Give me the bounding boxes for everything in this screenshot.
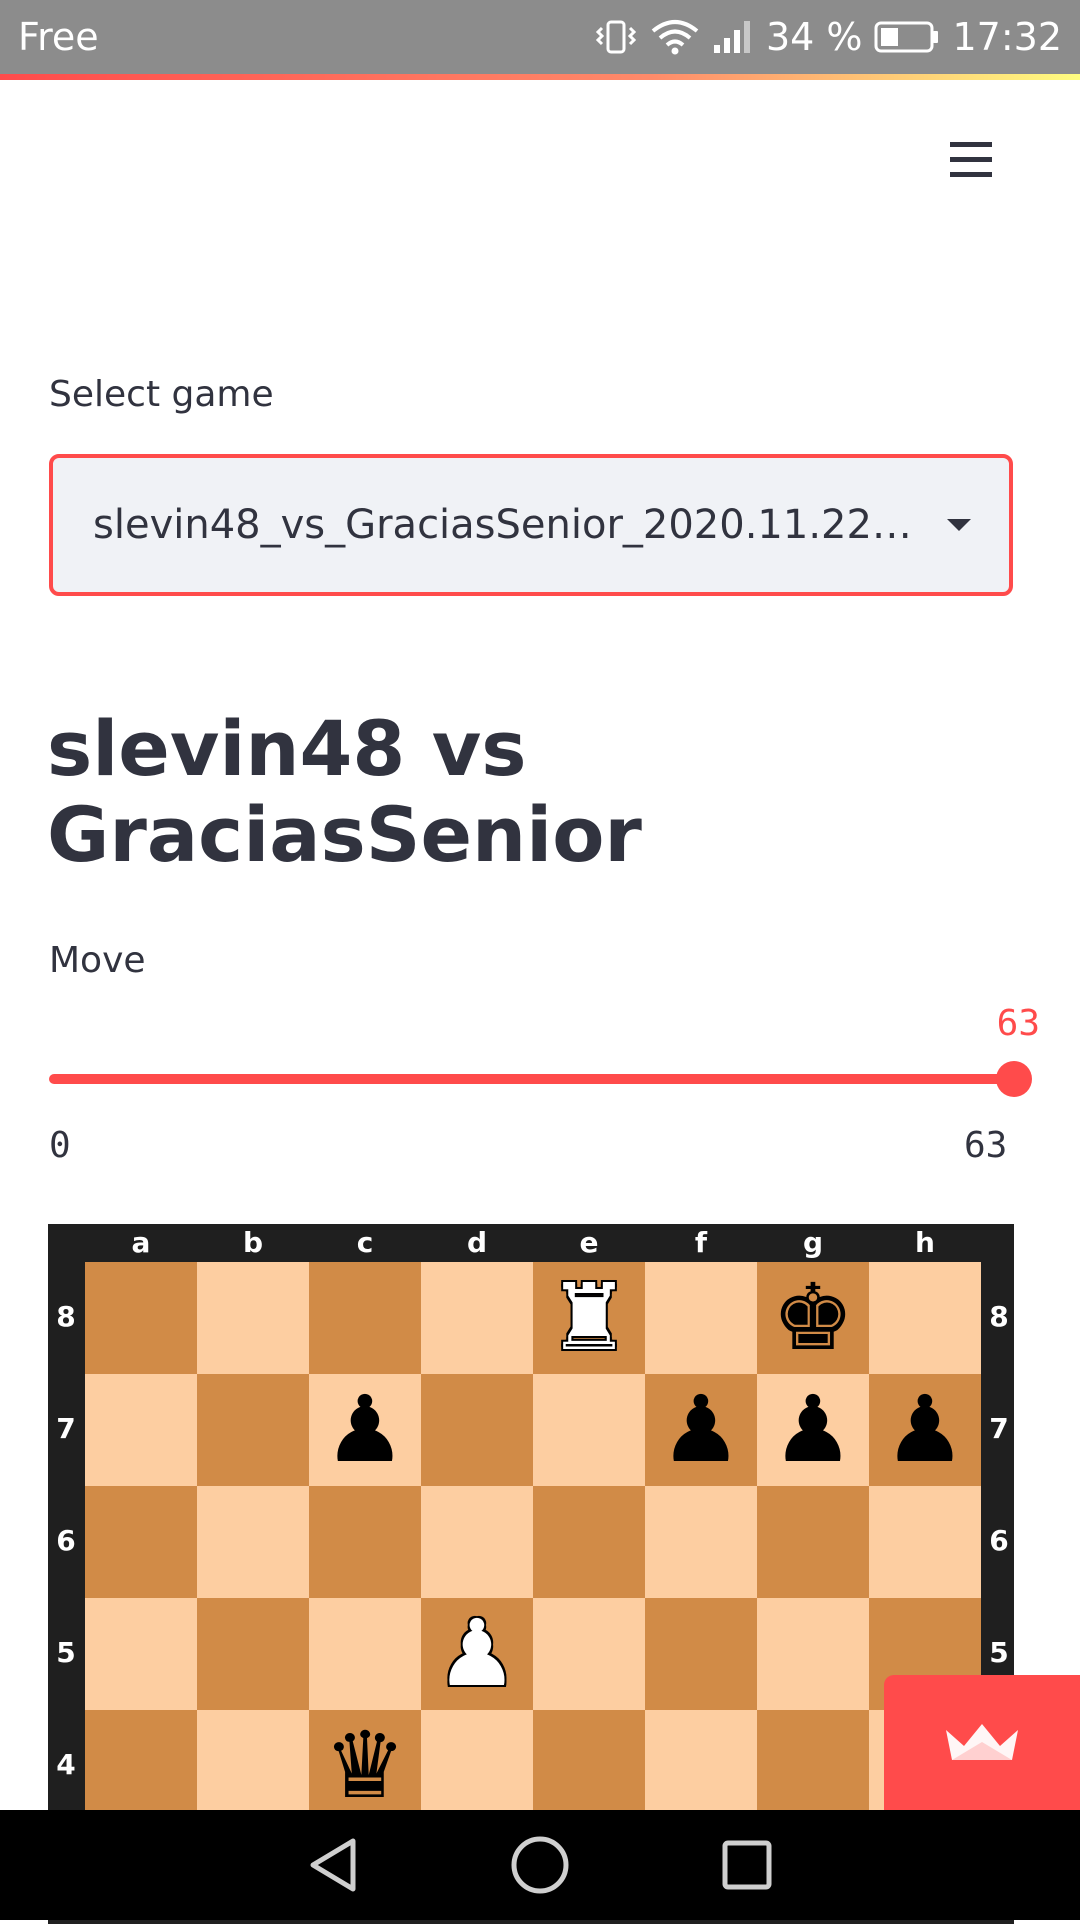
square-c5[interactable] <box>309 1598 421 1710</box>
rank-label-4-left: 4 <box>56 1748 76 1781</box>
chevron-down-icon <box>947 519 971 531</box>
vibrate-icon <box>594 20 638 54</box>
black-pawn-piece[interactable]: ♟ <box>324 1384 406 1476</box>
square-e8[interactable]: ♜ <box>533 1262 645 1374</box>
square-g8[interactable]: ♚ <box>757 1262 869 1374</box>
rank-label-5-left: 5 <box>56 1636 76 1669</box>
square-f7[interactable]: ♟ <box>645 1374 757 1486</box>
black-pawn-piece[interactable]: ♟ <box>884 1384 966 1476</box>
hamburger-menu-icon <box>950 142 992 177</box>
rank-label-5-right: 5 <box>989 1636 1009 1669</box>
square-d7[interactable] <box>421 1374 533 1486</box>
square-d6[interactable] <box>421 1486 533 1598</box>
black-pawn-piece[interactable]: ♟ <box>772 1384 854 1476</box>
move-slider-thumb[interactable] <box>996 1061 1032 1097</box>
battery-icon <box>874 20 940 54</box>
square-b7[interactable] <box>197 1374 309 1486</box>
slider-current-value: 63 <box>996 1003 1040 1044</box>
nav-home-button[interactable] <box>505 1830 575 1900</box>
file-label-b: b <box>242 1226 264 1259</box>
square-a5[interactable] <box>85 1598 197 1710</box>
carrier-label: Free <box>18 15 99 59</box>
square-c8[interactable] <box>309 1262 421 1374</box>
white-rook-piece[interactable]: ♜ <box>548 1272 630 1364</box>
square-g6[interactable] <box>757 1486 869 1598</box>
signal-icon <box>712 19 754 55</box>
status-icons: 34 % 17:32 <box>594 15 1062 59</box>
square-d4[interactable] <box>421 1710 533 1822</box>
nav-back-button[interactable] <box>298 1830 368 1900</box>
square-h8[interactable] <box>869 1262 981 1374</box>
square-c6[interactable] <box>309 1486 421 1598</box>
nav-recents-button[interactable] <box>712 1830 782 1900</box>
file-label-d: d <box>466 1226 488 1259</box>
move-slider-track[interactable] <box>49 1074 1015 1084</box>
slider-max-value: 63 <box>964 1125 1008 1166</box>
status-bar: Free 34 % 17:32 <box>0 0 1080 74</box>
file-label-c: c <box>356 1226 374 1259</box>
square-e4[interactable] <box>533 1710 645 1822</box>
square-h7[interactable]: ♟ <box>869 1374 981 1486</box>
select-game-label: Select game <box>49 374 274 415</box>
square-c4[interactable]: ♛ <box>309 1710 421 1822</box>
file-label-a: a <box>131 1226 151 1259</box>
streamlit-crown-icon <box>946 1723 1018 1760</box>
square-a4[interactable] <box>85 1710 197 1822</box>
streamlit-badge-button[interactable] <box>884 1675 1080 1810</box>
square-f5[interactable] <box>645 1598 757 1710</box>
black-queen-piece[interactable]: ♛ <box>324 1720 406 1812</box>
file-label-f: f <box>694 1226 708 1259</box>
square-b4[interactable] <box>197 1710 309 1822</box>
square-b8[interactable] <box>197 1262 309 1374</box>
square-g5[interactable] <box>757 1598 869 1710</box>
square-f6[interactable] <box>645 1486 757 1598</box>
back-triangle-icon <box>310 1838 356 1892</box>
select-game-dropdown[interactable]: slevin48_vs_GraciasSenior_2020.11.22… <box>49 454 1013 596</box>
square-f8[interactable] <box>645 1262 757 1374</box>
slider-min-value: 0 <box>49 1125 71 1166</box>
file-label-h: h <box>915 1226 935 1259</box>
file-label-g: g <box>802 1226 824 1259</box>
app-decoration-bar <box>0 74 1080 80</box>
square-g7[interactable]: ♟ <box>757 1374 869 1486</box>
select-game-value: slevin48_vs_GraciasSenior_2020.11.22… <box>93 502 912 548</box>
square-h6[interactable] <box>869 1486 981 1598</box>
page-title: slevin48 vs GraciasSenior <box>47 704 642 879</box>
battery-percent: 34 % <box>765 15 863 59</box>
clock: 17:32 <box>952 15 1062 59</box>
square-a7[interactable] <box>85 1374 197 1486</box>
square-a8[interactable] <box>85 1262 197 1374</box>
square-d8[interactable] <box>421 1262 533 1374</box>
wifi-icon <box>650 19 700 55</box>
home-circle-icon <box>511 1836 569 1894</box>
white-pawn-piece[interactable]: ♟ <box>436 1608 518 1700</box>
square-f4[interactable] <box>645 1710 757 1822</box>
square-b6[interactable] <box>197 1486 309 1598</box>
black-pawn-piece[interactable]: ♟ <box>660 1384 742 1476</box>
rank-label-7-left: 7 <box>56 1412 76 1445</box>
square-a6[interactable] <box>85 1486 197 1598</box>
square-c7[interactable]: ♟ <box>309 1374 421 1486</box>
rank-label-7-right: 7 <box>989 1412 1009 1445</box>
square-b5[interactable] <box>197 1598 309 1710</box>
main-menu-button[interactable] <box>934 130 1008 190</box>
rank-label-8-right: 8 <box>989 1300 1009 1333</box>
rank-label-6-left: 6 <box>56 1524 76 1557</box>
square-g4[interactable] <box>757 1710 869 1822</box>
recents-square-icon <box>722 1840 772 1890</box>
move-slider-label: Move <box>49 940 146 981</box>
square-e5[interactable] <box>533 1598 645 1710</box>
square-d5[interactable]: ♟ <box>421 1598 533 1710</box>
system-nav-bar <box>0 1810 1080 1920</box>
file-label-e: e <box>579 1226 599 1259</box>
rank-label-6-right: 6 <box>989 1524 1009 1557</box>
square-e7[interactable] <box>533 1374 645 1486</box>
square-e6[interactable] <box>533 1486 645 1598</box>
rank-label-8-left: 8 <box>56 1300 76 1333</box>
black-king-piece[interactable]: ♚ <box>772 1272 854 1364</box>
